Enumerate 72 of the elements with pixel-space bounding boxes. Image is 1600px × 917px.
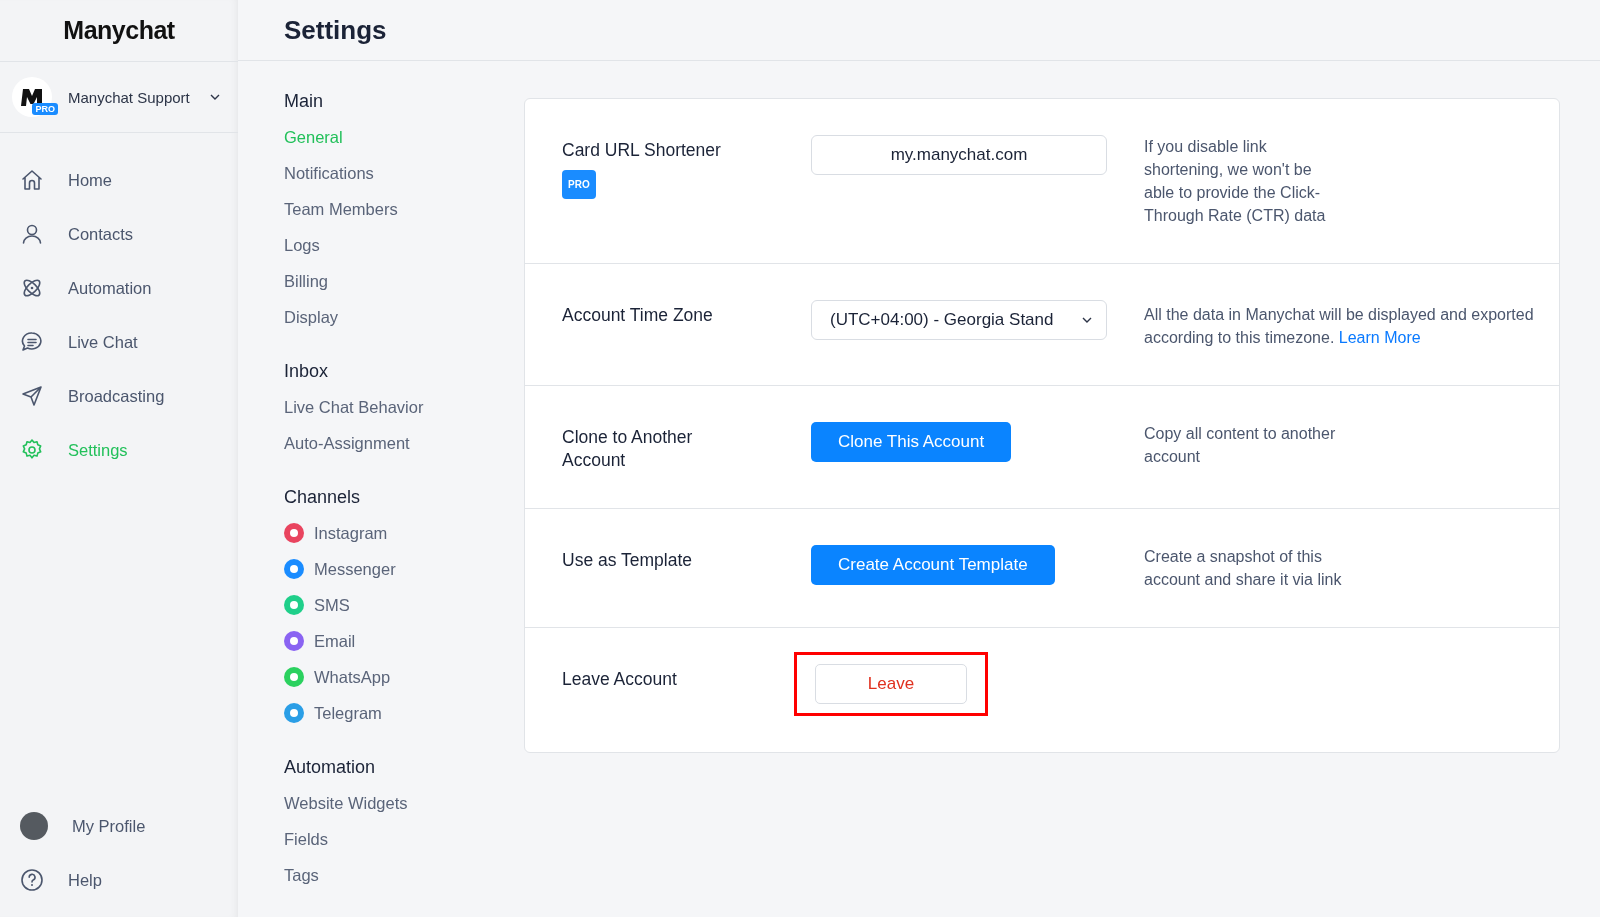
sidebar-item-label: Settings	[68, 440, 128, 460]
sidebar-item[interactable]: Automation	[0, 261, 238, 315]
account-name: Manychat Support	[68, 88, 191, 106]
send-icon	[20, 384, 44, 408]
avatar	[20, 812, 48, 840]
settings-nav-item[interactable]: Display	[284, 299, 524, 335]
settings-nav-item[interactable]: SMS	[284, 587, 524, 623]
sidebar-item[interactable]: My Profile	[0, 799, 238, 853]
settings-nav-item[interactable]: Auto-Assignment	[284, 425, 524, 461]
learn-more-link[interactable]: Learn More	[1338, 329, 1421, 346]
settings-nav-item[interactable]: Tags	[284, 857, 524, 893]
settings-nav-item[interactable]: Team Members	[284, 191, 524, 227]
setting-label: Leave Account	[562, 668, 677, 691]
section-heading: Automation	[284, 756, 377, 779]
settings-nav-label: Messenger	[314, 559, 396, 579]
sidebar-item[interactable]: Broadcasting	[0, 369, 238, 423]
setting-label: Card URL Shortener	[562, 139, 721, 162]
text-field[interactable]: my.manychat.com	[811, 135, 1107, 175]
sidebar-item-label: Automation	[68, 278, 152, 298]
logo-mark-icon	[20, 87, 44, 107]
sidebar-item[interactable]: Live Chat	[0, 315, 238, 369]
sidebar-item-label: Contacts	[68, 224, 134, 244]
chat-icon	[20, 330, 44, 354]
sidebar-item[interactable]: Home	[0, 153, 238, 207]
home-icon	[20, 168, 44, 192]
sidebar-item[interactable]: Help	[0, 853, 238, 907]
chevron-down-icon	[1082, 317, 1092, 323]
sidebar-item-label: Home	[68, 170, 112, 190]
page-title: Settings	[284, 14, 387, 46]
account-switcher[interactable]: PRO Manychat Support	[0, 62, 238, 133]
settings-nav-label: Email	[314, 631, 356, 651]
logo[interactable]: Manychat	[63, 16, 175, 45]
settings-nav-item[interactable]: Logs	[284, 227, 524, 263]
settings-nav-item[interactable]: Website Widgets	[284, 785, 524, 821]
settings-nav-item[interactable]: Messenger	[284, 551, 524, 587]
settings-nav-item[interactable]: Email	[284, 623, 524, 659]
help-icon	[20, 868, 44, 892]
setting-description: Create a snapshot of this account and share it via link	[1144, 547, 1343, 590]
timezone-dropdown[interactable]: (UTC+04:00) - Georgia Stand	[811, 300, 1107, 340]
leave-button[interactable]: Leave	[815, 664, 967, 704]
setting-label: Account Time Zone	[562, 304, 713, 327]
settings-nav-label: Instagram	[314, 523, 388, 543]
sidebar-item-label: My Profile	[72, 816, 146, 836]
section-heading: Inbox	[284, 360, 330, 383]
section-heading: Main	[284, 90, 324, 113]
atom-icon	[20, 276, 44, 300]
settings-nav-item[interactable]: Live Chat Behavior	[284, 389, 524, 425]
primary-button[interactable]: Clone This Account	[811, 422, 1012, 462]
settings-nav-item[interactable]: Telegram	[284, 695, 524, 731]
settings-nav-item[interactable]: Billing	[284, 263, 524, 299]
sidebar-item-label: Help	[68, 870, 102, 890]
sidebar-item[interactable]: Contacts	[0, 207, 238, 261]
setting-label: Use as Template	[562, 549, 693, 572]
setting-description: All the data in Manychat will be displayed and exported according to this timezone. Learn More	[1144, 305, 1535, 348]
person-icon	[20, 222, 44, 246]
sidebar-item-label: Live Chat	[68, 332, 138, 352]
settings-nav-label: SMS	[314, 595, 350, 615]
pro-badge: PRO	[32, 103, 58, 115]
settings-nav-label: Telegram	[314, 703, 382, 723]
settings-nav-label: WhatsApp	[314, 667, 391, 687]
primary-button[interactable]: Create Account Template	[811, 545, 1055, 585]
setting-description: Copy all content to another account	[1144, 424, 1337, 467]
settings-nav-item[interactable]: Fields	[284, 821, 524, 857]
settings-nav-item[interactable]: WhatsApp	[284, 659, 524, 695]
sidebar-item-label: Broadcasting	[68, 386, 165, 406]
section-heading: Channels	[284, 486, 362, 509]
pro-badge: PRO	[562, 170, 596, 199]
setting-label: Clone to Another Account	[562, 426, 694, 472]
setting-description: If you disable link shortening, we won't be able to provide the Click-Through Rate (CTR) data	[1144, 137, 1327, 226]
chevron-down-icon	[210, 94, 220, 100]
settings-nav-item[interactable]: Instagram	[284, 515, 524, 551]
settings-nav-item[interactable]: Notifications	[284, 155, 524, 191]
